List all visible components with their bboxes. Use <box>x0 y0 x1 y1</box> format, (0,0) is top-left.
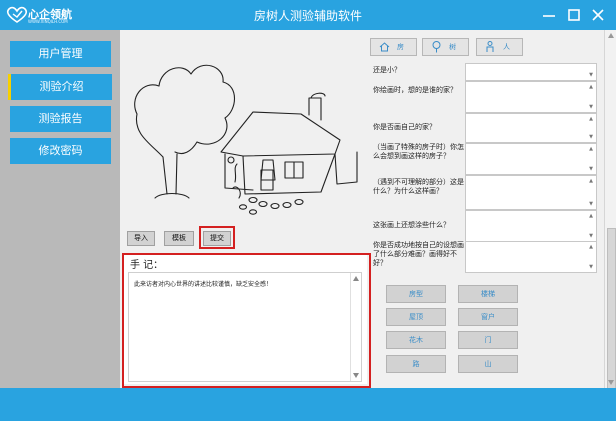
answer-field[interactable]: ▲ ▼ <box>465 175 597 210</box>
chevron-up-icon: ▲ <box>589 178 593 184</box>
tab-tree-label: 树 <box>449 43 456 51</box>
sidebar: 用户管理 测验介绍 测验报告 修改密码 <box>0 30 120 388</box>
keyword-button[interactable]: 花木 <box>386 331 446 349</box>
sidebar-item-change-password[interactable]: 修改密码 <box>10 138 111 164</box>
keyword-button[interactable]: 楼梯 <box>458 285 518 303</box>
chevron-up-icon: ▲ <box>589 213 593 219</box>
notes-title: 手 记： <box>130 260 164 271</box>
answer-field[interactable]: ▼ <box>465 63 597 81</box>
tab-house[interactable]: 房 <box>370 38 417 56</box>
chevron-up-icon: ▲ <box>589 84 593 90</box>
keyword-button[interactable]: 房型 <box>386 285 446 303</box>
notes-scrollbar[interactable] <box>350 273 361 381</box>
keyword-button[interactable]: 路 <box>386 355 446 373</box>
keyword-button[interactable]: 屋顶 <box>386 308 446 326</box>
question-label: 还是小？ <box>373 66 401 74</box>
chevron-down-icon: ▼ <box>589 134 593 140</box>
chevron-down-icon: ▼ <box>589 201 593 207</box>
answer-field[interactable]: ▲ ▼ <box>465 210 597 242</box>
scroll-up-icon[interactable] <box>353 276 359 281</box>
notes-text: 此来访者对内心世界的讲述比较谨慎，缺乏安全感！ <box>134 281 273 288</box>
tree-icon <box>432 41 441 53</box>
keyword-button[interactable]: 门 <box>458 331 518 349</box>
chevron-down-icon: ▼ <box>589 104 593 110</box>
question-label: 你绘画时，想的是谁的家？ <box>373 86 457 94</box>
answer-field[interactable]: ▲ ▼ <box>465 81 597 113</box>
sidebar-item-user-management[interactable]: 用户管理 <box>10 41 111 67</box>
panel-scrollbar[interactable] <box>604 30 616 406</box>
htp-drawing-image <box>134 64 358 215</box>
tab-tree[interactable]: 树 <box>422 38 469 56</box>
import-button[interactable]: 导入 <box>127 231 155 246</box>
chevron-down-icon: ▼ <box>589 166 593 172</box>
question-label: （当画了特殊的房子时）你怎么会想到画这样的房子？ <box>373 143 464 160</box>
tab-house-label: 房 <box>397 43 404 51</box>
question-label: （遇到不可理解的部分）这是什么？为什么这样画？ <box>373 178 464 195</box>
tab-person-label: 人 <box>503 43 510 51</box>
template-button[interactable]: 模板 <box>164 231 194 246</box>
tab-person[interactable]: 人 <box>476 38 523 56</box>
person-icon <box>486 41 494 52</box>
scroll-up-icon[interactable] <box>608 33 614 38</box>
sidebar-item-test-report[interactable]: 测验报告 <box>10 106 111 132</box>
answer-field[interactable]: ▲ ▼ <box>465 143 597 175</box>
chevron-up-icon: ▲ <box>589 146 593 152</box>
footer-bar <box>0 388 616 421</box>
question-label: 你是否成功地按自己的设想画了什么部分难画？画得好不好？ <box>373 241 464 267</box>
scroll-down-icon[interactable] <box>353 373 359 378</box>
submit-highlight <box>199 226 235 249</box>
chevron-down-icon: ▼ <box>589 264 593 270</box>
minimize-icon[interactable] <box>540 6 558 24</box>
answer-field[interactable]: ▲ ▼ <box>465 241 597 273</box>
keyword-button[interactable]: 山 <box>458 355 518 373</box>
question-label: 你是否画自己的家？ <box>373 123 436 131</box>
sidebar-item-test-intro[interactable]: 测验介绍 <box>8 74 112 100</box>
answer-field[interactable]: ▲ ▼ <box>465 113 597 143</box>
app-title: 房树人测验辅助软件 <box>253 9 362 23</box>
maximize-icon[interactable] <box>565 6 583 24</box>
title-bar: 心企领航 WWW.XINQILH.COM 房树人测验辅助软件 <box>0 0 616 30</box>
scroll-down-icon[interactable] <box>608 380 614 385</box>
chevron-down-icon: ▼ <box>589 72 593 78</box>
notes-textarea[interactable]: 此来访者对内心世界的讲述比较谨慎，缺乏安全感！ <box>128 272 362 382</box>
keyword-button[interactable]: 窗户 <box>458 308 518 326</box>
chevron-up-icon: ▲ <box>589 116 593 122</box>
house-icon <box>379 42 390 52</box>
close-icon[interactable] <box>589 6 607 24</box>
chevron-down-icon: ▼ <box>589 233 593 239</box>
question-label: 这张画上还想涂些什么？ <box>373 221 450 229</box>
chevron-up-icon: ▲ <box>589 244 593 250</box>
